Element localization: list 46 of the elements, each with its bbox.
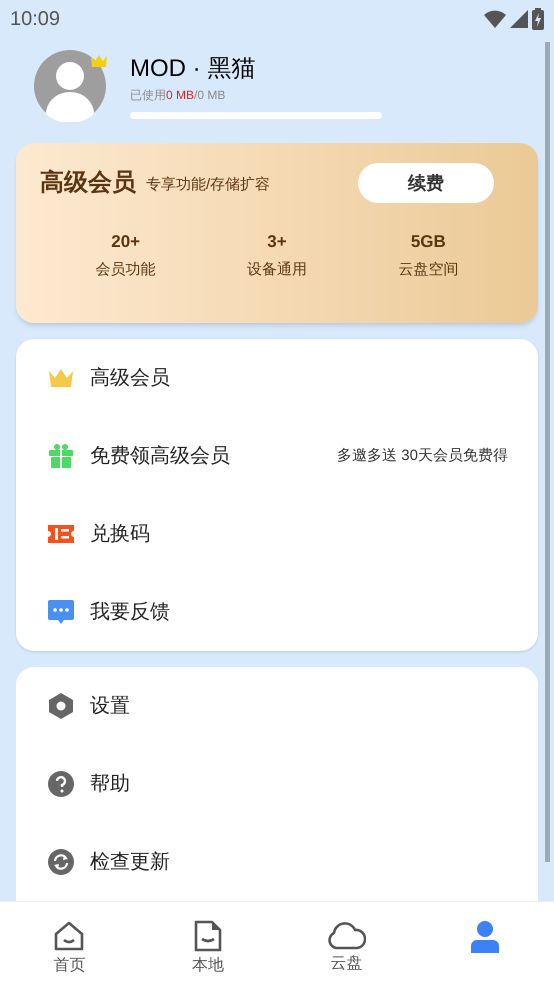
menu-item[interactable]: 检查更新	[16, 823, 538, 901]
menu-label: 检查更新	[90, 850, 170, 875]
renew-button[interactable]: 续费	[358, 163, 494, 203]
nav-tab[interactable]: 本地	[138, 902, 277, 984]
storage-usage: 已使用0 MB/0 MB	[130, 86, 226, 104]
menu-item[interactable]: 设置	[16, 667, 538, 745]
menu-label: 我要反馈	[90, 600, 170, 625]
ticket-icon	[47, 523, 75, 545]
stat-label: 设备通用	[246, 260, 307, 280]
nav-tab[interactable]: 云盘	[277, 902, 416, 984]
stat-label: 云盘空间	[398, 260, 458, 280]
file-icon	[194, 920, 222, 952]
menu-note: 多邀多送 30天会员免费得	[337, 446, 508, 466]
crown-icon	[47, 367, 75, 389]
cloud-icon	[326, 920, 366, 950]
gift-icon	[48, 443, 74, 469]
avatar-icon[interactable]	[34, 50, 106, 122]
stat-value: 5GB	[410, 231, 446, 253]
menu-item[interactable]: 我要反馈	[16, 573, 538, 651]
user-name: MOD · 黑猫	[130, 54, 256, 84]
vip-title: 高级会员	[40, 168, 136, 198]
refresh-icon	[47, 848, 75, 876]
help-icon	[47, 770, 75, 798]
menu-label: 兑换码	[90, 522, 150, 547]
wifi-icon	[484, 10, 506, 28]
user-icon	[468, 920, 501, 954]
menu-item[interactable]: 高级会员	[16, 339, 538, 417]
signal-icon	[510, 10, 528, 28]
chat-icon	[47, 599, 75, 625]
vip-subtitle: 专享功能/存储扩容	[146, 174, 270, 195]
battery-icon	[532, 8, 544, 30]
menu-label: 帮助	[90, 772, 130, 797]
crown-icon	[90, 54, 108, 68]
menu-label: 设置	[90, 694, 130, 719]
menu-label: 免费领高级会员	[90, 444, 230, 469]
menu-item[interactable]: 帮助	[16, 745, 538, 823]
settings-icon	[48, 692, 74, 720]
status-time: 10:09	[10, 7, 60, 32]
stat-value: 3+	[267, 231, 287, 253]
menu-label: 高级会员	[90, 366, 170, 391]
home-icon	[53, 920, 86, 952]
menu-item[interactable]: 兑换码	[16, 495, 538, 573]
stat-label: 会员功能	[96, 260, 156, 280]
nav-tab[interactable]: 首页	[0, 902, 138, 984]
stat-value: 20+	[111, 231, 140, 253]
menu-item[interactable]: 免费领高级会员 多邀多送 30天会员免费得	[16, 417, 538, 495]
